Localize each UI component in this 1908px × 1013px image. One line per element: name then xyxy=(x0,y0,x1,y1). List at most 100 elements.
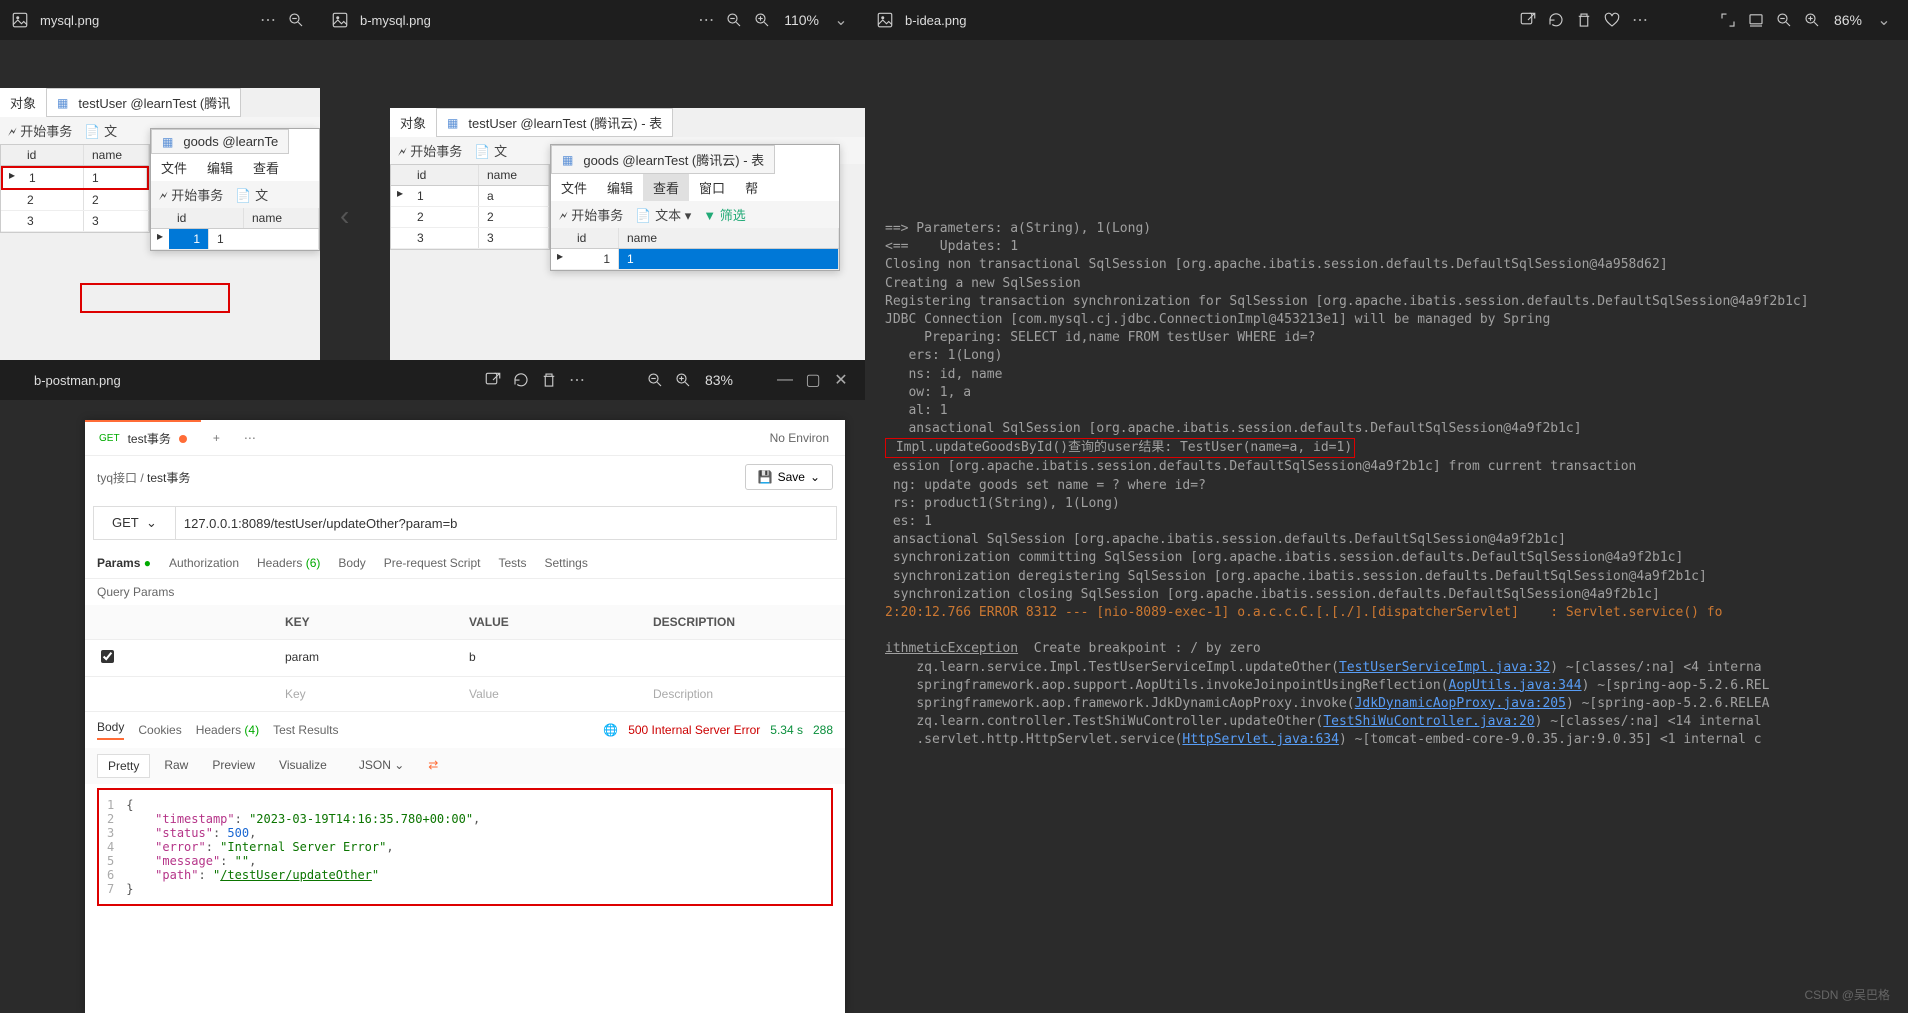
col-id[interactable]: id xyxy=(19,145,84,165)
globe-icon[interactable]: 🌐 xyxy=(603,723,618,737)
table-tab-goods[interactable]: ▦goods @learnTest (腾讯云) - 表 xyxy=(551,145,775,174)
col-name[interactable]: name xyxy=(479,165,549,185)
chevron-down-icon[interactable]: ⌄ xyxy=(1870,6,1898,34)
param-key-placeholder[interactable]: Key xyxy=(281,683,465,705)
delete-icon[interactable] xyxy=(1570,6,1598,34)
col-id[interactable]: id xyxy=(169,208,244,228)
more-icon[interactable]: ⋯ xyxy=(563,366,591,394)
table-row[interactable]: ▸ 1 1 xyxy=(551,249,839,270)
col-id[interactable]: id xyxy=(409,165,479,185)
table-tab-testuser[interactable]: ▦testUser @learnTest (腾讯云) - 表 xyxy=(436,108,673,137)
zoom-out-icon[interactable] xyxy=(1770,6,1798,34)
tab-headers[interactable]: Headers (6) xyxy=(257,556,320,570)
more-icon[interactable]: ⋯ xyxy=(1626,6,1654,34)
text-button[interactable]: 📄 文 xyxy=(474,141,507,160)
table-row[interactable]: 3 3 xyxy=(1,211,149,232)
table-row[interactable]: ▸1a xyxy=(391,186,549,207)
begin-tx-button[interactable]: 🗲 开始事务 xyxy=(8,121,72,140)
save-button[interactable]: 💾 Save ⌄ xyxy=(745,464,833,490)
tab-options-icon[interactable]: ⋯ xyxy=(232,431,268,445)
add-tab-icon[interactable]: + xyxy=(201,431,232,445)
export-icon[interactable] xyxy=(479,366,507,394)
rotate-icon[interactable] xyxy=(507,366,535,394)
col-name[interactable]: name xyxy=(619,228,839,248)
table-row[interactable]: 2 2 xyxy=(1,190,149,211)
method-selector[interactable]: GET ⌄ xyxy=(94,507,176,539)
response-body[interactable]: { "timestamp": "2023-03-19T14:16:35.780+… xyxy=(126,798,480,896)
menu-window[interactable]: 窗口 xyxy=(689,174,735,201)
delete-icon[interactable] xyxy=(535,366,563,394)
tab-prerequest[interactable]: Pre-request Script xyxy=(384,556,481,570)
zoom-in-icon[interactable] xyxy=(748,6,776,34)
export-icon[interactable] xyxy=(1514,6,1542,34)
chevron-down-icon[interactable]: ⌄ xyxy=(827,6,855,34)
format-selector[interactable]: JSON ⌄ xyxy=(349,754,414,778)
text-button[interactable]: 📄 文 xyxy=(235,185,268,204)
zoom-in-icon[interactable] xyxy=(669,366,697,394)
tab-tests[interactable]: Tests xyxy=(498,556,526,570)
menu-file[interactable]: 文件 xyxy=(151,154,197,181)
text-button[interactable]: 📄 文本 ▾ xyxy=(635,205,691,224)
raw-button[interactable]: Raw xyxy=(154,754,198,778)
environment-selector[interactable]: No Environ xyxy=(754,431,845,445)
preview-button[interactable]: Preview xyxy=(202,754,265,778)
begin-tx-button[interactable]: 🗲 开始事务 xyxy=(559,205,623,224)
zoom-out-icon[interactable] xyxy=(282,6,310,34)
wrap-icon[interactable]: ⇄ xyxy=(418,754,448,778)
table-row[interactable]: 22 xyxy=(391,207,549,228)
table-tab-testuser[interactable]: ▦testUser @learnTest (腾讯 xyxy=(46,88,241,117)
tab-authorization[interactable]: Authorization xyxy=(169,556,239,570)
param-key[interactable]: param xyxy=(281,646,465,670)
object-tab[interactable]: 对象 xyxy=(390,108,436,137)
table-tab-goods[interactable]: ▦goods @learnTe xyxy=(151,129,289,154)
slideshow-icon[interactable] xyxy=(1742,6,1770,34)
col-name[interactable]: name xyxy=(84,145,149,165)
breadcrumb[interactable]: tyq接口 / test事务 xyxy=(97,469,745,486)
param-desc-placeholder[interactable]: Description xyxy=(649,683,833,705)
param-description[interactable] xyxy=(649,646,833,670)
zoom-out-icon[interactable] xyxy=(720,6,748,34)
fullscreen-icon[interactable] xyxy=(1714,6,1742,34)
maximize-icon[interactable]: ▢ xyxy=(799,366,827,394)
menu-view[interactable]: 查看 xyxy=(243,154,289,181)
menu-file[interactable]: 文件 xyxy=(551,174,597,201)
table-row[interactable]: 33 xyxy=(391,228,549,249)
minimize-icon[interactable]: — xyxy=(771,366,799,394)
tab-settings[interactable]: Settings xyxy=(544,556,587,570)
zoom-in-icon[interactable] xyxy=(1798,6,1826,34)
col-name[interactable]: name xyxy=(244,208,319,228)
col-id[interactable]: id xyxy=(569,228,619,248)
table-row[interactable]: ▸ 1 1 xyxy=(151,229,319,250)
log-console[interactable]: ==> Parameters: a(String), 1(Long) <== U… xyxy=(865,210,1908,759)
object-tab[interactable]: 对象 xyxy=(0,88,46,117)
rotate-icon[interactable] xyxy=(1542,6,1570,34)
tab-body[interactable]: Body xyxy=(338,556,365,570)
resp-tab-testresults[interactable]: Test Results xyxy=(273,723,338,737)
tab-params[interactable]: Params ● xyxy=(97,556,151,570)
text-button[interactable]: 📄 文 xyxy=(84,121,117,140)
favorite-icon[interactable] xyxy=(1598,6,1626,34)
menu-help[interactable]: 帮 xyxy=(735,174,768,201)
param-checkbox[interactable] xyxy=(101,650,114,663)
close-icon[interactable]: ✕ xyxy=(827,366,855,394)
resp-tab-cookies[interactable]: Cookies xyxy=(138,723,181,737)
url-input[interactable]: 127.0.0.1:8089/testUser/updateOther?para… xyxy=(176,508,836,539)
resp-tab-headers[interactable]: Headers (4) xyxy=(196,723,259,737)
zoom-out-icon[interactable] xyxy=(641,366,669,394)
param-value[interactable]: b xyxy=(465,646,649,670)
pretty-button[interactable]: Pretty xyxy=(97,754,150,778)
menu-edit[interactable]: 编辑 xyxy=(597,174,643,201)
begin-tx-button[interactable]: 🗲 开始事务 xyxy=(398,141,462,160)
begin-tx-button[interactable]: 🗲 开始事务 xyxy=(159,185,223,204)
menu-view[interactable]: 查看 xyxy=(643,174,689,201)
request-tab[interactable]: GET test事务 xyxy=(85,420,201,455)
more-icon[interactable]: ⋯ xyxy=(692,6,720,34)
table-row[interactable]: ▸ 1 1 xyxy=(1,166,149,190)
param-value-placeholder[interactable]: Value xyxy=(465,683,649,705)
prev-image-icon[interactable]: ‹ xyxy=(340,200,349,232)
menu-edit[interactable]: 编辑 xyxy=(197,154,243,181)
filter-button[interactable]: ▼ 筛选 xyxy=(703,205,746,224)
resp-tab-body[interactable]: Body xyxy=(97,720,124,740)
visualize-button[interactable]: Visualize xyxy=(269,754,337,778)
more-icon[interactable]: ⋯ xyxy=(254,6,282,34)
